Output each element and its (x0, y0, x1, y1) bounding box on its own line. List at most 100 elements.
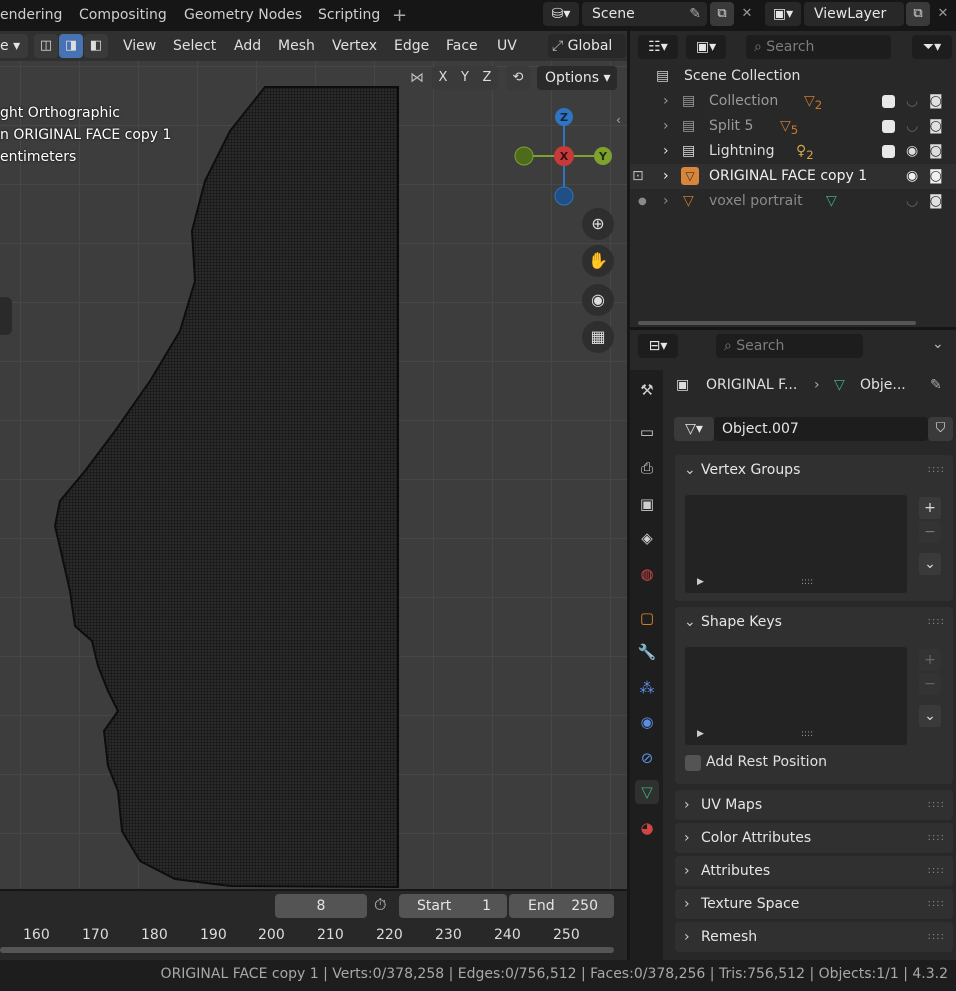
hidden-eye-icon[interactable]: ◡ (906, 189, 918, 214)
transform-orientation-selector[interactable]: ⤢ Global (548, 34, 626, 58)
outliner-editor-type-icon[interactable]: ☷▾ (638, 35, 678, 59)
camera-icon[interactable]: ◙ (929, 139, 943, 164)
stopwatch-icon[interactable]: ⏱ (374, 895, 386, 915)
list-expand-icon[interactable]: ▶ (697, 577, 704, 587)
expand-icon[interactable]: › (663, 139, 669, 164)
display-mode-icon[interactable]: ▣▾ (686, 35, 726, 59)
add-vertex-group-icon[interactable]: + (919, 497, 941, 519)
add-workspace-icon[interactable]: + (382, 2, 417, 29)
scene-collection-row[interactable]: ▤ Scene Collection (630, 64, 956, 89)
camera-icon[interactable]: ◙ (929, 89, 943, 114)
filter-icon[interactable]: ⏷▾ (912, 35, 952, 59)
uv-maps-panel[interactable]: › UV Maps :::: (675, 790, 953, 820)
expand-icon[interactable]: › (663, 114, 669, 139)
output-tab-icon[interactable]: ⎙ (635, 456, 659, 480)
hidden-eye-icon[interactable]: ◡ (906, 89, 918, 114)
menu-select[interactable]: Select (173, 31, 216, 61)
modifier-wrench-icon[interactable]: 🔧 (635, 640, 659, 664)
attributes-panel[interactable]: › Attributes :::: (675, 856, 953, 886)
eye-icon[interactable]: ◉ (906, 164, 918, 189)
constraints-tab-icon[interactable]: ⊘ (635, 746, 659, 770)
remove-vertex-group-icon[interactable]: − (919, 521, 941, 543)
exclude-checkbox[interactable] (882, 120, 895, 133)
texture-space-panel[interactable]: › Texture Space :::: (675, 889, 953, 919)
close-view-layer-icon[interactable]: ✕ (931, 2, 955, 26)
new-view-layer-icon[interactable]: ⧉ (906, 2, 930, 26)
drag-grip-icon[interactable]: :::: (928, 455, 945, 485)
workspace-tab-rendering[interactable]: endering (0, 2, 72, 29)
start-frame-field[interactable]: Start 1 (399, 894, 507, 918)
menu-add[interactable]: Add (234, 31, 261, 61)
outliner-scrollbar[interactable] (638, 321, 916, 325)
mesh-browse-icon[interactable]: ▽▾ (674, 417, 714, 441)
material-tab-icon[interactable]: ◕ (635, 816, 659, 840)
hidden-eye-icon[interactable]: ◡ (906, 114, 918, 139)
vertex-select-icon[interactable]: ◫ (34, 34, 58, 58)
menu-mesh[interactable]: Mesh (278, 31, 315, 61)
pin-icon[interactable]: ✎ (930, 372, 942, 398)
edge-select-icon[interactable]: ◨ (59, 34, 83, 58)
camera-icon[interactable]: ◙ (929, 189, 943, 214)
workspace-tab-compositing[interactable]: Compositing (69, 2, 177, 29)
outliner-row-collection[interactable]: › ▤ Collection ▽2 ◡ ◙ (630, 89, 956, 114)
options-dropdown[interactable]: Options ▾ (537, 66, 617, 90)
view-layer-selector-icon[interactable]: ▣▾ (765, 2, 801, 26)
expand-icon[interactable]: › (663, 164, 669, 189)
menu-vertex[interactable]: Vertex (332, 31, 377, 61)
shape-keys-list[interactable]: ▶ :::: (685, 647, 907, 745)
close-scene-icon[interactable]: ✕ (735, 2, 759, 26)
mirror-icon[interactable]: ⋈ (410, 66, 430, 90)
particles-tab-icon[interactable]: ⁂ (635, 676, 659, 700)
outliner-row-lightning[interactable]: › ▤ Lightning ♀2 ◉ ◙ (630, 139, 956, 164)
drag-grip-icon[interactable]: :::: (928, 856, 945, 886)
remesh-panel[interactable]: › Remesh :::: (675, 922, 953, 952)
current-frame-field[interactable]: 8 (275, 894, 367, 918)
world-tab-icon[interactable]: ◍ (635, 562, 659, 586)
new-scene-icon[interactable]: ⧉ (710, 2, 734, 26)
pan-hand-icon[interactable]: ✋ (582, 245, 614, 277)
expand-icon[interactable]: › (663, 189, 669, 214)
scene-selector-icon[interactable]: ⛁▾ (543, 2, 579, 26)
3d-viewport[interactable]: ght Orthographic n ORIGINAL FACE copy 1 … (0, 31, 627, 889)
face-select-icon[interactable]: ◧ (84, 34, 108, 58)
view-layer-field[interactable]: ViewLayer (804, 2, 904, 26)
navigation-gizmo[interactable]: Z X Y (510, 107, 620, 207)
drag-grip-icon[interactable]: :::: (928, 889, 945, 919)
menu-uv[interactable]: UV (497, 31, 517, 61)
exclude-checkbox[interactable] (882, 145, 895, 158)
workspace-tab-scripting[interactable]: Scripting (308, 2, 390, 29)
outliner-search-input[interactable]: ⌕ Search (746, 35, 891, 59)
fake-user-shield-icon[interactable]: ⛉ (928, 417, 953, 441)
shape-keys-header[interactable]: ⌄ Shape Keys (675, 607, 782, 637)
expand-icon[interactable]: › (663, 89, 669, 114)
axis-y-toggle[interactable]: Y (454, 66, 476, 90)
toolbar-collapsed-tab[interactable] (0, 297, 12, 335)
mesh-data-tab-icon[interactable]: ▽ (635, 780, 659, 804)
color-attributes-panel[interactable]: › Color Attributes :::: (675, 823, 953, 853)
vertex-groups-header[interactable]: ⌄ Vertex Groups (675, 455, 800, 485)
grid-toggle-icon[interactable]: ▦ (582, 321, 614, 353)
add-shape-key-icon[interactable]: + (919, 649, 941, 671)
menu-edge[interactable]: Edge (394, 31, 429, 61)
physics-tab-icon[interactable]: ◉ (635, 710, 659, 734)
menu-view[interactable]: View (123, 31, 156, 61)
pin-icon[interactable]: ✎ (689, 2, 701, 26)
object-tab-icon[interactable]: ▢ (635, 606, 659, 630)
view-layer-tab-icon[interactable]: ▣ (635, 492, 659, 516)
list-resize-grip-icon[interactable]: :::: (801, 577, 813, 587)
tool-tab-icon[interactable]: ⚒ (635, 378, 659, 402)
exclude-checkbox[interactable] (882, 95, 895, 108)
shape-key-specials-icon[interactable]: ⌄ (919, 705, 941, 727)
drag-grip-icon[interactable]: :::: (928, 607, 945, 637)
drag-grip-icon[interactable]: :::: (928, 823, 945, 853)
end-frame-field[interactable]: End 250 (509, 894, 614, 918)
outliner-row-original-face[interactable]: ⊡ › ▽ ORIGINAL FACE copy 1 ◉ ◙ (630, 164, 956, 189)
properties-editor-type-icon[interactable]: ⊟▾ (638, 334, 678, 358)
scene-tab-icon[interactable]: ◈ (635, 526, 659, 550)
menu-face[interactable]: Face (446, 31, 478, 61)
outliner-row-voxel-portrait[interactable]: ● › ▽ voxel portrait ▽ ◡ ◙ (630, 189, 956, 214)
render-tab-icon[interactable]: ▭ (635, 420, 659, 444)
scene-name-field[interactable]: Scene ✎ (582, 2, 707, 26)
camera-icon[interactable]: ◙ (929, 114, 943, 139)
timeline-scrollbar[interactable] (0, 947, 614, 953)
